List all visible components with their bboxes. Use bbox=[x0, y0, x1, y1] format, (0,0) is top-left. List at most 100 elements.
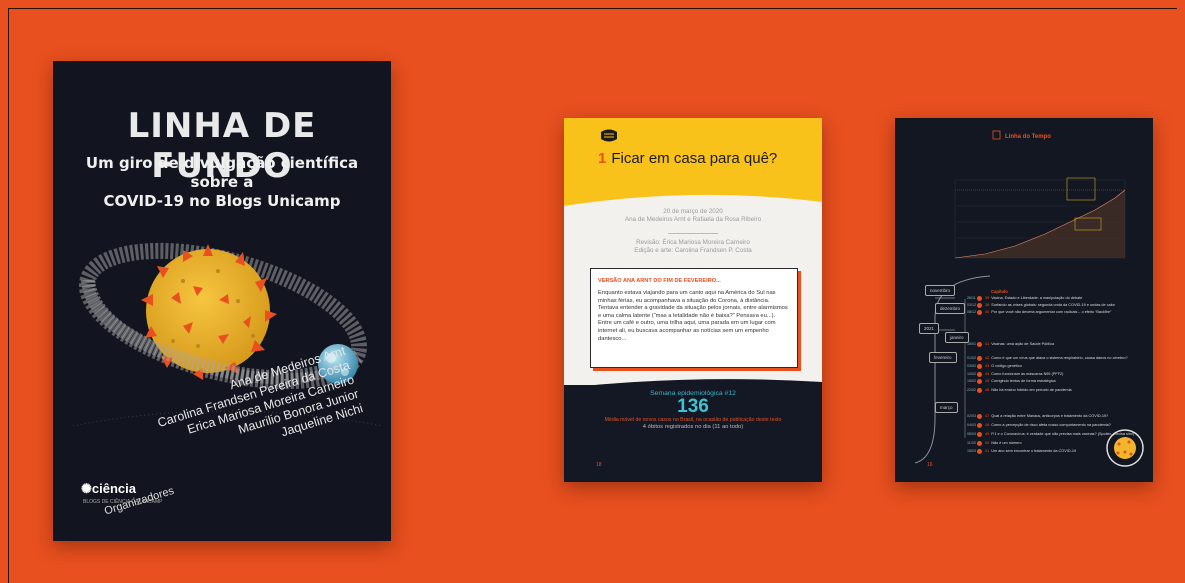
year-label: 2021 bbox=[919, 323, 940, 334]
chapter-icon bbox=[977, 440, 982, 446]
timeline-item[interactable]: 42 Como é que um vírus que ataca o sistem… bbox=[985, 356, 1128, 360]
chapter-credits: Revisão: Érica Mariosa Moreira Carneiro … bbox=[564, 239, 822, 255]
deaths-label: 4 óbitos registrados no dia (11 ao todo) bbox=[642, 424, 744, 430]
timeline-date: 26/11 bbox=[967, 296, 976, 300]
cover-subtitle-line1: Um giro de divulgação científica sobre a bbox=[85, 154, 359, 191]
publisher-logo: ✺ciência bbox=[81, 481, 136, 496]
timeline-date: 18/01 bbox=[967, 342, 976, 346]
timeline-date: 05/03 bbox=[967, 432, 976, 436]
calendar-icon bbox=[992, 130, 1001, 140]
month-label: março bbox=[935, 402, 958, 413]
timeline-item[interactable]: 48 Como a percepção de risco afeta nosso … bbox=[985, 423, 1111, 427]
cover-subtitle-line2: COVID-19 no Blogs Unicamp bbox=[103, 192, 341, 210]
chapter-icon bbox=[977, 422, 982, 428]
month-label: janeiro bbox=[945, 332, 969, 343]
book-cover[interactable]: LINHA DE FUNDO Um giro de divulgação cie… bbox=[53, 61, 391, 541]
timeline-item[interactable]: 44 Como funcionam as máscaras N95 (PFF2) bbox=[985, 372, 1063, 376]
case-average-number: 136 bbox=[677, 396, 709, 417]
chapter-number: 42 bbox=[985, 356, 990, 360]
chapter-title: Como funcionam as máscaras N95 (PFF2) bbox=[991, 372, 1064, 376]
page-number: 18 bbox=[596, 462, 602, 468]
chapter-number: 38 bbox=[985, 303, 990, 307]
chapter-icon bbox=[977, 431, 982, 437]
timeline-date: 11/03 bbox=[967, 441, 976, 445]
chapter-number: 46 bbox=[985, 388, 990, 392]
chapter-title: Ficar em casa para quê? bbox=[611, 150, 778, 167]
cover-subtitle: Um giro de divulgação científica sobre a… bbox=[63, 154, 381, 211]
timeline-date: 01/02 bbox=[967, 356, 976, 360]
chapter-number: 50 bbox=[985, 441, 990, 445]
publisher-subtitle: BLOGS DE CIÊNCIA DA UNICAMP bbox=[83, 499, 163, 505]
chapter-icon bbox=[977, 448, 982, 454]
chapter-number: 47 bbox=[985, 414, 990, 418]
chapter-heading: 1 Ficar em casa para quê? bbox=[598, 150, 777, 167]
mask-icon bbox=[601, 129, 617, 142]
chapter-title: Corrigindo textos de forma estratégica bbox=[991, 379, 1056, 383]
chapter-title: O código genético bbox=[991, 364, 1022, 368]
timeline-item[interactable]: 47 Qual a relação entre Manaus, anticorpo… bbox=[985, 414, 1108, 418]
timeline-title: Linha do Tempo bbox=[1005, 134, 1051, 140]
chapter-number: 51 bbox=[985, 449, 990, 453]
timeline-page[interactable]: Linha do Tempo Capítulo novembro dezembr… bbox=[895, 118, 1153, 482]
chapter-title: Não é um número bbox=[991, 441, 1022, 445]
story-box-text: Enquanto estava viajando para um canto a… bbox=[598, 290, 788, 342]
chapter-authors: Ana de Medeiros Arnt e Rafaela da Rosa R… bbox=[624, 216, 762, 223]
timeline-item[interactable]: 50 Não é um número bbox=[985, 441, 1022, 445]
timeline-item[interactable]: 45 Corrigindo textos de forma estratégica bbox=[985, 379, 1056, 383]
chapter-icon bbox=[977, 387, 982, 393]
chapter-number: 39 bbox=[985, 296, 990, 300]
chapter-title: Como a percepção de risco afeta nosso co… bbox=[991, 423, 1111, 427]
chapter-icon bbox=[977, 371, 982, 377]
timeline-item[interactable]: 38 Surfando as crises globais: segunda on… bbox=[985, 303, 1115, 307]
chapter-icon bbox=[977, 295, 982, 301]
timeline-item[interactable]: 41 Vacinas: uma ação de Saúde Pública bbox=[985, 342, 1054, 346]
month-label: novembro bbox=[925, 285, 956, 296]
timeline-date: 22/02 bbox=[967, 388, 976, 392]
chapter-icon bbox=[977, 363, 982, 369]
chapter-meta: 20 de março de 2020 Ana de Medeiros Arnt… bbox=[564, 208, 822, 224]
chapter-title: Surfando as crises globais: segunda onda… bbox=[991, 303, 1115, 307]
chapter-icon bbox=[977, 378, 982, 384]
chapter-number: 45 bbox=[985, 379, 990, 383]
chapter-number: 41 bbox=[985, 342, 990, 346]
timeline-item[interactable]: 43 O código genético bbox=[985, 364, 1022, 368]
chapter-number: 44 bbox=[985, 372, 990, 376]
timeline-date: 02/03 bbox=[967, 414, 976, 418]
timeline-date: 04/03 bbox=[967, 423, 976, 427]
timeline-item[interactable]: 49 P.1 e o Coronavírus: é verdade que não… bbox=[985, 432, 1134, 436]
edition-credit: Edição e arte: Carolina Frandsen P. Cost… bbox=[634, 247, 752, 254]
timeline-date: 03/12 bbox=[967, 303, 976, 307]
chapter-number: 43 bbox=[985, 364, 990, 368]
sparkle-icon: ✺ bbox=[81, 481, 92, 496]
chapter-number: 49 bbox=[985, 432, 990, 436]
timeline-date: 15/03 bbox=[967, 449, 976, 453]
timeline-date: 08/12 bbox=[967, 310, 976, 314]
review-credit: Revisão: Érica Mariosa Moreira Carneiro bbox=[636, 239, 750, 246]
chapter-title: Vacinas: uma ação de Saúde Pública bbox=[991, 342, 1055, 346]
chapter-title: Como é que um vírus que ataca o sistema … bbox=[991, 356, 1128, 360]
case-average-label: Média móvel de novos casos no Brasil, na… bbox=[604, 417, 782, 423]
chapter-title: Por que você não deveria argumentar com … bbox=[991, 310, 1112, 314]
chapters-label: Capítulo bbox=[991, 289, 1008, 294]
divider bbox=[668, 233, 718, 234]
timeline-item[interactable]: 40 Por que você não deveria argumentar co… bbox=[985, 310, 1111, 314]
timeline-item[interactable]: 51 Um ano sem encontrar o tratamento da C… bbox=[985, 449, 1076, 453]
page-number: 16 bbox=[927, 462, 933, 468]
timeline-graphics bbox=[914, 130, 1144, 467]
story-box-title: VERSÃO ANA ARNT DO FIM DE FEVEREIRO... bbox=[598, 278, 721, 284]
story-box: VERSÃO ANA ARNT DO FIM DE FEVEREIRO... E… bbox=[590, 268, 798, 368]
cases-mini-chart bbox=[954, 177, 1126, 259]
chapter-icon bbox=[977, 302, 982, 308]
timeline-item[interactable]: 39 Vacina, Estado e Liberdade: a manipula… bbox=[985, 296, 1082, 300]
chapter-icon bbox=[977, 341, 982, 347]
timeline-date: 03/02 bbox=[967, 364, 976, 368]
chapter-title: Qual a relação entre Manaus, anticorpos … bbox=[991, 414, 1109, 418]
chapter-icon bbox=[977, 413, 982, 419]
timeline-item[interactable]: 46 Não há ensino híbrido em período de pa… bbox=[985, 388, 1072, 392]
chapter-number: 48 bbox=[985, 423, 990, 427]
chapter-number: 40 bbox=[985, 310, 990, 314]
chapter-title: Vacina, Estado e Liberdade: a manipulaçã… bbox=[991, 296, 1083, 300]
month-label: fevereiro bbox=[929, 352, 957, 363]
month-label: dezembro bbox=[935, 303, 966, 314]
chapter-page[interactable]: 1 Ficar em casa para quê? 20 de março de … bbox=[564, 118, 822, 482]
